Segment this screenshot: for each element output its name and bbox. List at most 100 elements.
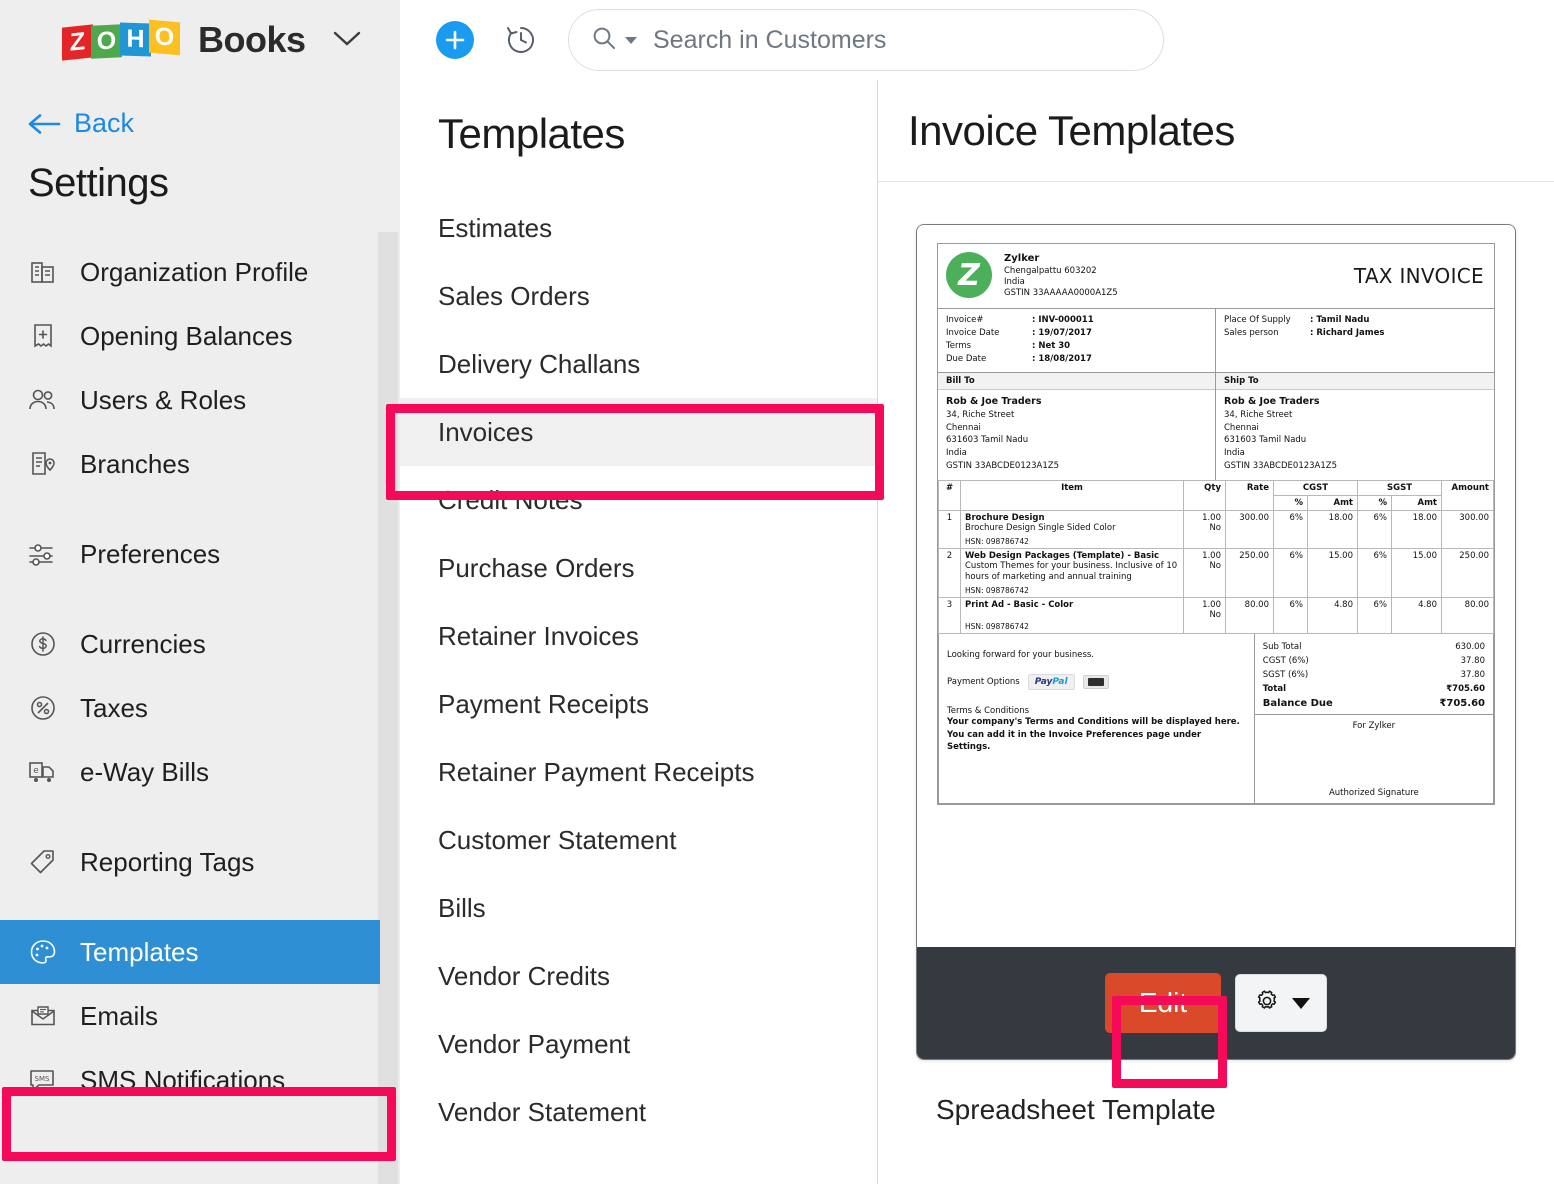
- page-title: Settings: [28, 161, 169, 205]
- tpl-item-sales-orders[interactable]: Sales Orders: [400, 262, 877, 330]
- main-panel: Invoice Templates Z Zylker Chengalpattu …: [878, 80, 1554, 1184]
- cell-item-name: Web Design Packages (Template) - Basic: [965, 550, 1160, 561]
- back-label: Back: [74, 108, 135, 138]
- zoho-logo-letter-z: Z: [62, 23, 93, 61]
- brand-zone[interactable]: Z O H O Books: [0, 0, 400, 80]
- zoho-logo-letter-h: H: [120, 21, 151, 57]
- cell-sgst-amt: 15.00: [1391, 547, 1442, 598]
- percent-circle-icon: [26, 693, 60, 723]
- cell-cgst-amt: 4.80: [1307, 596, 1358, 635]
- table-row: 2 Web Design Packages (Template) - Basic…: [938, 547, 1494, 598]
- sidebar-item-preferences[interactable]: Preferences: [0, 522, 400, 586]
- ship-to-line: Chennai: [1224, 422, 1259, 433]
- tpl-item-customer-statement[interactable]: Customer Statement: [400, 806, 877, 874]
- sidebar-item-branches[interactable]: Branches: [0, 432, 400, 496]
- chevron-down-icon[interactable]: [332, 30, 362, 51]
- cell-item: Print Ad - Basic - Color HSN: 098786742: [960, 596, 1184, 635]
- search-placeholder: Search in Customers: [653, 25, 887, 54]
- template-card-wrap: Z Zylker Chengalpattu 603202 India GSTIN…: [878, 182, 1554, 1126]
- meta-key: Invoice#: [946, 314, 984, 325]
- tpl-item-retainer-payment-receipts[interactable]: Retainer Payment Receipts: [400, 738, 877, 806]
- new-item-button[interactable]: [436, 21, 474, 59]
- template-settings-button[interactable]: [1235, 974, 1328, 1032]
- back-button[interactable]: Back: [0, 80, 400, 139]
- sidebar-item-templates[interactable]: Templates: [0, 920, 380, 984]
- tpl-item-vendor-statement[interactable]: Vendor Statement: [400, 1078, 877, 1146]
- table-row: 1 Brochure Design Brochure Design Single…: [938, 509, 1494, 549]
- invoice-doc-type: TAX INVOICE: [1353, 263, 1484, 288]
- recent-activities-icon[interactable]: [500, 19, 542, 61]
- cell-qty-value: 1.00: [1202, 599, 1221, 610]
- total-value: 37.80: [1460, 656, 1485, 667]
- search-scope-dropdown-icon[interactable]: [625, 36, 637, 44]
- tpl-item-estimates[interactable]: Estimates: [400, 194, 877, 262]
- sidebar-item-label: e-Way Bills: [80, 756, 210, 787]
- tpl-item-label: Vendor Payment: [438, 1028, 631, 1059]
- cell-amount: 250.00: [1441, 547, 1494, 598]
- cell-item: Web Design Packages (Template) - Basic C…: [960, 547, 1184, 598]
- main-header: Invoice Templates: [878, 80, 1554, 182]
- svg-text:e: e: [33, 766, 39, 776]
- receipt-plus-icon: [26, 321, 60, 351]
- th-no: #: [938, 479, 961, 511]
- edit-button[interactable]: Edit: [1104, 973, 1222, 1033]
- balance-due-value: ₹705.60: [1439, 698, 1485, 710]
- cell-amount: 300.00: [1441, 509, 1494, 549]
- zoho-logo-icon: Z O H O: [62, 19, 180, 61]
- meta-value: : 18/08/2017: [1032, 354, 1092, 365]
- sidebar-item-taxes[interactable]: Taxes: [0, 676, 400, 740]
- th-item: Item: [960, 479, 1184, 511]
- tpl-item-label: Estimates: [438, 212, 553, 243]
- sidebar-item-opening-balances[interactable]: Opening Balances: [0, 304, 400, 368]
- sidebar-item-users-roles[interactable]: Users & Roles: [0, 368, 400, 432]
- template-card-caption: Spreadsheet Template: [936, 1094, 1216, 1125]
- sidebar-item-eway-bills[interactable]: e e-Way Bills: [0, 740, 400, 804]
- ship-to-heading: Ship To: [1216, 372, 1494, 390]
- sidebar-item-reporting-tags[interactable]: Reporting Tags: [0, 830, 400, 894]
- th-cgst-amt: Amt: [1307, 494, 1358, 511]
- cell-qty-unit: No: [1209, 609, 1221, 620]
- th-qty: Qty: [1183, 479, 1226, 511]
- table-row: 3 Print Ad - Basic - Color HSN: 09878674…: [938, 596, 1494, 635]
- meta-value: : INV-000011: [1032, 314, 1094, 325]
- settings-sidebar: Back Settings Organization Profile Openi…: [0, 80, 400, 1184]
- tpl-item-label: Payment Receipts: [438, 688, 649, 719]
- tpl-item-vendor-payment[interactable]: Vendor Payment: [400, 1010, 877, 1078]
- payment-options-row: Payment Options PayPal: [947, 674, 1246, 691]
- tpl-item-purchase-orders[interactable]: Purchase Orders: [400, 534, 877, 602]
- sidebar-item-label: Templates: [80, 936, 199, 967]
- tpl-item-invoices[interactable]: Invoices: [400, 398, 877, 466]
- cell-item-name: Print Ad - Basic - Color: [965, 599, 1074, 610]
- ship-to-line: 34, Riche Street: [1224, 409, 1293, 420]
- cell-item-hsn: HSN: 098786742: [965, 585, 1029, 595]
- org-info: Zylker Chengalpattu 603202 India GSTIN 3…: [1004, 252, 1118, 300]
- for-org-label: For Zylker: [1352, 721, 1396, 732]
- sidebar-divider: [0, 804, 400, 830]
- tpl-item-payment-receipts[interactable]: Payment Receipts: [400, 670, 877, 738]
- svg-text:SMS: SMS: [35, 1075, 50, 1083]
- cell-sgst-amt: 18.00: [1391, 509, 1442, 549]
- ship-to-gstin: GSTIN 33ABCDE0123A1Z5: [1224, 460, 1337, 471]
- meta-key: Place Of Supply: [1224, 314, 1291, 325]
- template-card[interactable]: Z Zylker Chengalpattu 603202 India GSTIN…: [916, 224, 1516, 1060]
- sidebar-item-label: Reporting Tags: [80, 846, 255, 877]
- sidebar-item-sms-notifications[interactable]: SMS SMS Notifications: [0, 1048, 400, 1112]
- search-input[interactable]: Search in Customers: [568, 9, 1164, 71]
- topbar-actions: Search in Customers: [400, 9, 1164, 71]
- sidebar-item-label: Taxes: [80, 692, 148, 723]
- tpl-item-bills[interactable]: Bills: [400, 874, 877, 942]
- total-label: Sub Total: [1262, 642, 1302, 653]
- tpl-item-label: Purchase Orders: [438, 552, 635, 583]
- paypal-icon: PayPal: [1027, 674, 1075, 691]
- sidebar-item-emails[interactable]: Emails: [0, 984, 400, 1048]
- tag-icon: [26, 847, 60, 877]
- cell-qty-unit: No: [1209, 560, 1221, 571]
- sidebar-item-currencies[interactable]: Currencies: [0, 612, 400, 676]
- tpl-item-retainer-invoices[interactable]: Retainer Invoices: [400, 602, 877, 670]
- cell-item-desc: Custom Themes for your business. Inclusi…: [965, 561, 1178, 583]
- total-value: ₹705.60: [1446, 684, 1485, 695]
- tpl-item-credit-notes[interactable]: Credit Notes: [400, 466, 877, 534]
- tpl-item-delivery-challans[interactable]: Delivery Challans: [400, 330, 877, 398]
- tpl-item-vendor-credits[interactable]: Vendor Credits: [400, 942, 877, 1010]
- sidebar-item-organization-profile[interactable]: Organization Profile: [0, 240, 400, 304]
